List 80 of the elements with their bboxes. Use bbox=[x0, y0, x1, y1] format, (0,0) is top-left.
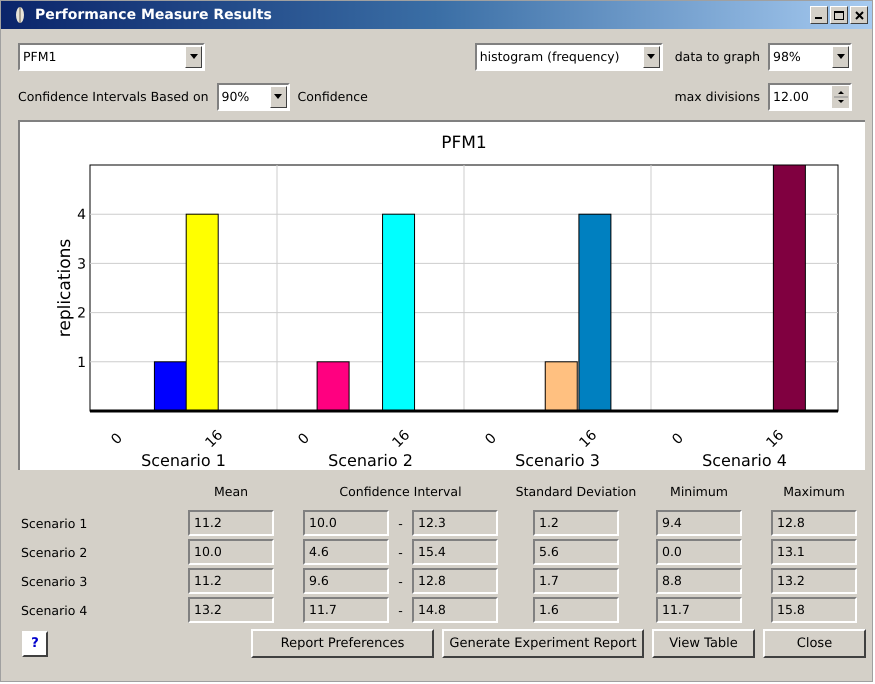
x-category-label: Scenario 1 bbox=[141, 451, 226, 470]
minimize-button[interactable] bbox=[810, 6, 828, 24]
x-tick-label: 16 bbox=[202, 427, 226, 452]
close-button[interactable]: Close bbox=[763, 629, 866, 658]
x-tick-label: 16 bbox=[763, 427, 788, 452]
y-tick-label: 2 bbox=[77, 306, 86, 322]
row-label: Scenario 2 bbox=[21, 544, 88, 560]
confidence-level-dropdown[interactable]: 90% bbox=[216, 82, 290, 110]
value-field: 5.6 bbox=[533, 539, 619, 565]
column-header: Standard Deviation bbox=[514, 484, 638, 501]
value-field: 12.8 bbox=[412, 568, 498, 594]
y-tick-label: 3 bbox=[77, 256, 86, 272]
chart-title: PFM1 bbox=[441, 133, 487, 153]
value-field: 15.8 bbox=[771, 597, 857, 623]
column-header: Confidence Interval bbox=[338, 484, 463, 501]
value-field: 12.3 bbox=[412, 510, 498, 536]
range-separator: - bbox=[397, 602, 404, 618]
confidence-interval-label: Confidence Intervals Based on bbox=[18, 89, 209, 104]
x-tick-label: 0 bbox=[295, 430, 313, 448]
value-field: 11.2 bbox=[188, 568, 274, 594]
app-icon bbox=[13, 6, 27, 24]
help-button[interactable]: ? bbox=[22, 630, 48, 656]
value-field: 1.7 bbox=[533, 568, 619, 594]
range-separator: - bbox=[397, 574, 404, 588]
value-field: 11.7 bbox=[656, 597, 742, 623]
value-field: 4.6 bbox=[303, 539, 389, 565]
graph-type-dropdown[interactable]: histogram (frequency) bbox=[474, 42, 663, 70]
value-field: 13.2 bbox=[771, 568, 857, 594]
generate-report-button[interactable]: Generate Experiment Report bbox=[442, 629, 644, 658]
value-field: 1.2 bbox=[533, 510, 619, 536]
row-label: Scenario 3 bbox=[21, 574, 88, 588]
dropdown-arrow-icon bbox=[836, 54, 844, 59]
report-preferences-button[interactable]: Report Preferences bbox=[251, 629, 434, 658]
column-header: Maximum bbox=[782, 484, 846, 501]
value-field: 12.8 bbox=[771, 510, 857, 536]
y-tick-label: 1 bbox=[77, 354, 86, 371]
x-tick-label: 0 bbox=[482, 430, 500, 448]
range-separator: - bbox=[397, 516, 404, 530]
value-field: 0.0 bbox=[656, 539, 742, 565]
measure-dropdown[interactable]: PFM1 bbox=[18, 42, 205, 70]
close-button[interactable] bbox=[850, 6, 868, 24]
x-tick-label: 0 bbox=[669, 430, 687, 448]
maximize-button[interactable] bbox=[830, 6, 848, 24]
data-to-graph-dropdown[interactable]: 98% bbox=[768, 42, 852, 70]
x-category-label: Scenario 3 bbox=[515, 451, 600, 470]
confidence-label: Confidence bbox=[298, 89, 368, 104]
value-field: 10.0 bbox=[188, 539, 274, 565]
y-axis-label: replications bbox=[55, 238, 75, 338]
value-field: 14.8 bbox=[412, 597, 498, 623]
x-tick-label: 16 bbox=[389, 427, 414, 452]
value-field: 11.2 bbox=[188, 510, 274, 536]
value-field: 13.1 bbox=[771, 539, 857, 565]
max-divisions-spinner[interactable]: 12.00 bbox=[768, 82, 852, 110]
dropdown-arrow-icon bbox=[647, 54, 656, 59]
column-header: Mean bbox=[212, 484, 250, 501]
maximize-icon bbox=[834, 10, 844, 20]
value-field: 9.6 bbox=[303, 568, 389, 594]
window-title: Performance Measure Results bbox=[35, 7, 272, 23]
value-field: 9.4 bbox=[656, 510, 742, 536]
column-header: Minimum bbox=[669, 484, 729, 501]
value-field: 10.0 bbox=[303, 510, 389, 536]
x-category-label: Scenario 4 bbox=[702, 451, 787, 470]
x-category-label: Scenario 2 bbox=[328, 451, 413, 470]
value-field: 13.2 bbox=[188, 597, 274, 623]
data-to-graph-label: data to graph bbox=[674, 49, 760, 64]
close-icon bbox=[854, 10, 864, 20]
x-tick-label: 16 bbox=[576, 427, 600, 452]
y-tick-label: 4 bbox=[77, 207, 86, 224]
max-divisions-label: max divisions bbox=[674, 89, 760, 104]
value-field: 15.4 bbox=[412, 539, 498, 565]
dropdown-arrow-icon bbox=[274, 94, 282, 99]
x-tick-label: 0 bbox=[108, 430, 126, 448]
value-field: 11.7 bbox=[303, 597, 389, 623]
value-field: 1.6 bbox=[533, 597, 619, 623]
range-separator: - bbox=[397, 544, 404, 560]
view-table-button[interactable]: View Table bbox=[652, 629, 755, 658]
dropdown-arrow-icon bbox=[190, 54, 198, 59]
row-label: Scenario 4 bbox=[21, 602, 88, 618]
value-field: 8.8 bbox=[656, 568, 742, 594]
row-label: Scenario 1 bbox=[21, 516, 88, 530]
